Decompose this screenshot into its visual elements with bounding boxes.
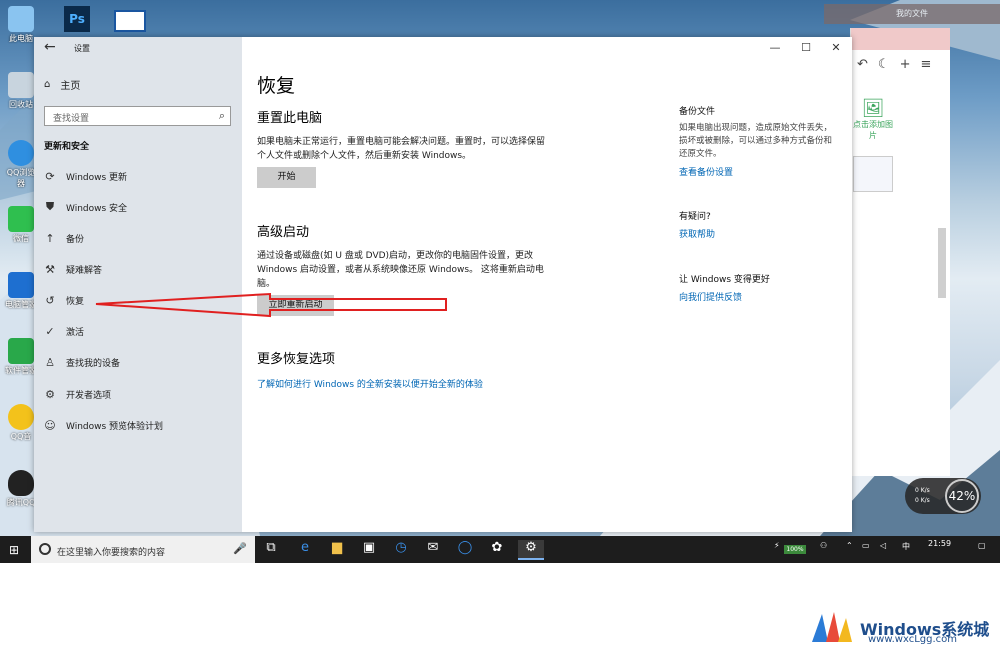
windows-start-icon[interactable]: ⊞ [9, 543, 19, 557]
people-icon[interactable]: ⚇ [820, 541, 827, 550]
taskbar-search-box[interactable]: 在这里输入你要搜索的内容 🎤 [31, 536, 255, 563]
microphone-icon[interactable]: 🎤 [233, 542, 247, 555]
settings-taskbar-icon[interactable]: ⚙ [518, 540, 544, 560]
notification-icon[interactable]: ▢ [978, 541, 986, 550]
task-view-icon[interactable]: ⧉ [260, 540, 282, 560]
cortana-icon [39, 543, 51, 555]
network-speed-widget[interactable]: 0 K/s 0 K/s 42% [905, 478, 981, 514]
volume-icon[interactable]: ◁ [880, 541, 886, 550]
download-rate: 0 K/s [915, 497, 930, 504]
watermark-logo [812, 612, 852, 642]
pinned-app-icon[interactable]: ✿ [486, 540, 508, 560]
file-explorer-icon[interactable]: ▆ [326, 540, 348, 560]
tray-expand-icon[interactable]: ⌃ [846, 541, 853, 550]
mail-icon[interactable]: ✉ [422, 540, 444, 560]
power-plug-icon: ⚡ [774, 541, 780, 550]
store-icon[interactable]: ▣ [358, 540, 380, 560]
network-icon[interactable]: ▭ [862, 541, 870, 550]
taskbar: ⊞ 在这里输入你要搜索的内容 🎤 ⧉ e ▆ ▣ ◷ ✉ ◯ ✿ ⚙ ⚡ 100… [0, 536, 1000, 563]
ime-icon[interactable]: 中 [902, 541, 910, 552]
battery-indicator[interactable]: 100% [784, 545, 806, 554]
memory-usage-ring: 42% [945, 479, 979, 513]
qq-browser-taskbar-icon[interactable]: ◯ [454, 540, 476, 560]
edge-icon[interactable]: e [294, 540, 316, 560]
clock-app-icon[interactable]: ◷ [390, 540, 412, 560]
watermark: Windows系统城 www.wxcLgg.com [808, 608, 989, 648]
upload-rate: 0 K/s [915, 487, 930, 494]
clock[interactable]: 21:59 [928, 539, 951, 548]
